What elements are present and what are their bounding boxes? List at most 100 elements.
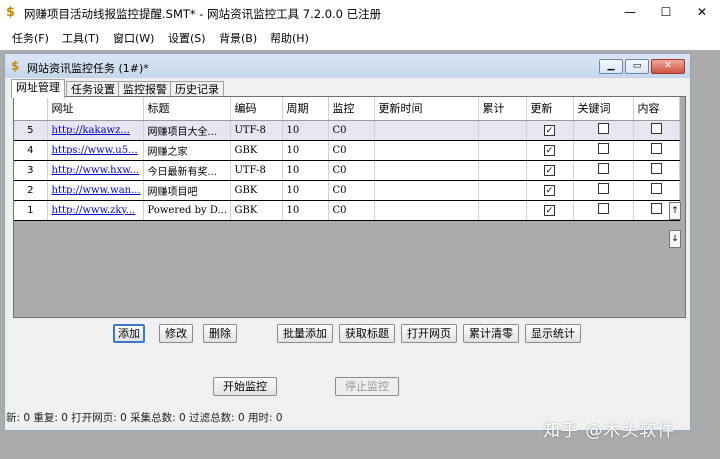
task-window-titlebar[interactable]: $ 网站资讯监控任务 (1#)* ▁ ▭ ✕ [5, 54, 690, 78]
content-checkbox[interactable] [650, 143, 662, 154]
col-header-update-time[interactable]: 更新时间 [374, 97, 479, 121]
task-window-title: 网站资讯监控任务 (1#)* [27, 62, 149, 75]
tab-url-management[interactable]: 网址管理 [11, 79, 65, 98]
update-checkbox-cell: ✓ [526, 200, 574, 221]
update-checkbox[interactable]: ✓ [544, 144, 555, 156]
content-checkbox[interactable] [650, 203, 662, 214]
content-checkbox-cell [633, 120, 680, 141]
content-checkbox[interactable] [650, 163, 662, 174]
row-url[interactable]: http://www.hxw... [47, 160, 144, 181]
col-header-period[interactable]: 周期 [282, 97, 329, 121]
col-header-total[interactable]: 累计 [478, 97, 527, 121]
stop-monitor-button[interactable]: 停止监控 [335, 377, 399, 396]
show-stats-button[interactable]: 显示统计 [525, 324, 581, 343]
row-update-time [374, 140, 479, 161]
keyword-checkbox[interactable] [597, 123, 609, 134]
keyword-checkbox[interactable] [597, 203, 609, 214]
start-monitor-button[interactable]: 开始监控 [213, 377, 277, 396]
table-row[interactable]: 2 http://www.wan... 网赚项目吧 GBK 10 C0 ✓ [14, 180, 680, 201]
menu-task[interactable]: 任务(F) [12, 30, 49, 46]
update-checkbox-cell: ✓ [526, 160, 574, 181]
row-encoding: GBK [230, 180, 283, 201]
tab-task-settings[interactable]: 任务设置 [66, 81, 120, 97]
batch-add-button[interactable]: 批量添加 [277, 324, 333, 343]
keyword-checkbox-cell [573, 180, 634, 201]
row-url[interactable]: http://www.zky... [47, 200, 144, 221]
keyword-checkbox[interactable] [597, 183, 609, 194]
row-total [478, 200, 527, 221]
tab-history[interactable]: 历史记录 [170, 81, 224, 97]
row-monitor: C0 [328, 140, 375, 161]
tab-monitor-alerts[interactable]: 监控报警 [118, 81, 172, 97]
row-monitor: C0 [328, 200, 375, 221]
update-checkbox-cell: ✓ [526, 180, 574, 201]
update-checkbox[interactable]: ✓ [544, 184, 555, 196]
row-index: 2 [14, 180, 48, 201]
move-down-button[interactable]: ↓ [669, 230, 681, 248]
row-total [478, 180, 527, 201]
add-button[interactable]: 添加 [113, 324, 145, 343]
row-period: 10 [282, 160, 329, 181]
app-logo-icon: $ [6, 5, 16, 20]
table-row[interactable]: 1 http://www.zky... Powered by D... GBK 10 C0… [14, 200, 680, 221]
row-update-time [374, 200, 479, 221]
open-page-button[interactable]: 打开网页 [401, 324, 457, 343]
row-encoding: GBK [230, 200, 283, 221]
col-header-content[interactable]: 内容 [633, 97, 680, 121]
clear-total-button[interactable]: 累计清零 [463, 324, 519, 343]
menu-background[interactable]: 背景(B) [219, 30, 257, 46]
row-encoding: UTF-8 [230, 120, 283, 141]
menu-window[interactable]: 窗口(W) [113, 30, 154, 46]
minimize-button[interactable]: — [612, 0, 648, 24]
row-url[interactable]: https://www.u5... [47, 140, 144, 161]
row-update-time [374, 180, 479, 201]
col-header-index[interactable] [14, 97, 48, 121]
row-title: Powered by D... [143, 200, 231, 221]
update-checkbox[interactable]: ✓ [544, 124, 555, 136]
child-restore-button[interactable]: ▭ [625, 59, 649, 74]
update-checkbox[interactable]: ✓ [544, 164, 555, 176]
edit-button[interactable]: 修改 [159, 324, 193, 343]
col-header-title[interactable]: 标题 [143, 97, 231, 121]
col-header-url[interactable]: 网址 [47, 97, 144, 121]
menu-settings[interactable]: 设置(S) [168, 30, 206, 46]
delete-button[interactable]: 删除 [203, 324, 237, 343]
fetch-title-button[interactable]: 获取标题 [339, 324, 395, 343]
keyword-checkbox-cell [573, 120, 634, 141]
row-url[interactable]: http://www.wan... [47, 180, 144, 201]
url-table: 网址 标题 编码 周期 监控 更新时间 累计 更新 关键词 内容 5 http:/… [14, 97, 680, 221]
col-header-keyword[interactable]: 关键词 [573, 97, 634, 121]
content-checkbox[interactable] [650, 123, 662, 134]
keyword-checkbox-cell [573, 140, 634, 161]
row-period: 10 [282, 120, 329, 141]
keyword-checkbox[interactable] [597, 163, 609, 174]
row-encoding: UTF-8 [230, 160, 283, 181]
table-row[interactable]: 4 https://www.u5... 网赚之家 GBK 10 C0 ✓ [14, 140, 680, 161]
close-button[interactable]: ✕ [684, 0, 720, 24]
content-checkbox[interactable] [650, 183, 662, 194]
update-checkbox[interactable]: ✓ [544, 204, 555, 216]
maximize-button[interactable]: ☐ [648, 0, 684, 24]
content-checkbox-cell [633, 140, 680, 161]
col-header-encoding[interactable]: 编码 [230, 97, 283, 121]
row-update-time [374, 120, 479, 141]
menu-tools[interactable]: 工具(T) [62, 30, 99, 46]
update-checkbox-cell: ✓ [526, 140, 574, 161]
child-close-button[interactable]: ✕ [651, 59, 685, 74]
content-checkbox-cell [633, 160, 680, 181]
row-monitor: C0 [328, 160, 375, 181]
url-grid: 网址 标题 编码 周期 监控 更新时间 累计 更新 关键词 内容 5 http:/… [13, 96, 686, 318]
table-row[interactable]: 3 http://www.hxw... 今日最新有奖... UTF-8 10 C0 ✓ [14, 160, 680, 181]
child-minimize-button[interactable]: ▁ [599, 59, 623, 74]
row-index: 4 [14, 140, 48, 161]
col-header-monitor[interactable]: 监控 [328, 97, 375, 121]
menu-help[interactable]: 帮助(H) [270, 30, 309, 46]
keyword-checkbox[interactable] [597, 143, 609, 154]
table-row[interactable]: 5 http://kakawz... 网赚项目大全... UTF-8 10 C0 ✓ [14, 120, 680, 141]
task-window-icon: $ [11, 59, 20, 73]
col-header-update[interactable]: 更新 [526, 97, 574, 121]
app-titlebar: $ 网赚项目活动线报监控提醒.SMT* - 网站资讯监控工具 7.2.0.0 已… [0, 0, 720, 26]
row-index: 3 [14, 160, 48, 181]
move-up-button[interactable]: ↑ [669, 202, 681, 220]
row-url[interactable]: http://kakawz... [47, 120, 144, 141]
